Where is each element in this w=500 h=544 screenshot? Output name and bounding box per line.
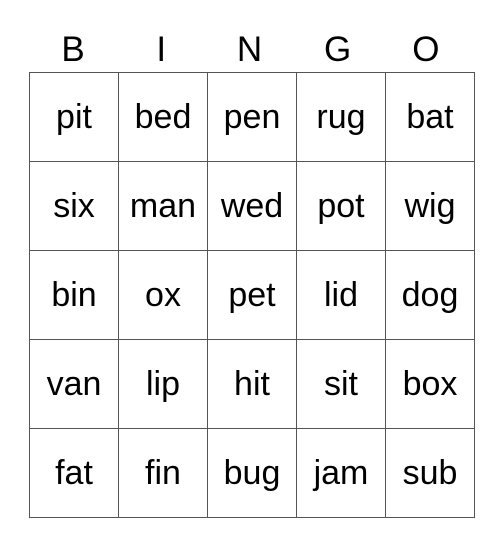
bingo-cell[interactable]: bin <box>29 250 119 340</box>
bingo-cell[interactable]: pen <box>207 72 297 162</box>
table-row: pit bed pen rug bat <box>29 72 475 162</box>
bingo-cell[interactable]: pet <box>207 250 297 340</box>
bingo-cell[interactable]: man <box>118 161 208 251</box>
bingo-cell[interactable]: sub <box>385 428 475 518</box>
bingo-cell[interactable]: lid <box>296 250 386 340</box>
header-letter-b: B <box>61 30 85 69</box>
bingo-cell[interactable]: sit <box>296 339 386 429</box>
table-row: bin ox pet lid dog <box>29 250 475 340</box>
bingo-cell[interactable]: jam <box>296 428 386 518</box>
bingo-cell[interactable]: bug <box>207 428 297 518</box>
bingo-cell[interactable]: bed <box>118 72 208 162</box>
bingo-cell[interactable]: bat <box>385 72 475 162</box>
table-row: van lip hit sit box <box>29 339 475 429</box>
bingo-cell[interactable]: rug <box>296 72 386 162</box>
table-row: fat fin bug jam sub <box>29 428 475 518</box>
bingo-header: B I N G O <box>29 28 471 72</box>
bingo-cell[interactable]: dog <box>385 250 475 340</box>
bingo-cell[interactable]: pit <box>29 72 119 162</box>
bingo-cell[interactable]: hit <box>207 339 297 429</box>
table-row: six man wed pot wig <box>29 161 475 251</box>
bingo-cell[interactable]: fin <box>118 428 208 518</box>
bingo-cell[interactable]: fat <box>29 428 119 518</box>
bingo-cell[interactable]: wed <box>207 161 297 251</box>
header-letter-n: N <box>236 30 263 69</box>
bingo-cell[interactable]: wig <box>385 161 475 251</box>
header-letter-g: G <box>324 30 352 69</box>
bingo-cell[interactable]: lip <box>118 339 208 429</box>
header-letter-i: I <box>156 30 167 69</box>
bingo-cell[interactable]: box <box>385 339 475 429</box>
bingo-cell[interactable]: ox <box>118 250 208 340</box>
bingo-cell[interactable]: six <box>29 161 119 251</box>
bingo-card-grid: pit bed pen rug bat six man wed pot wig … <box>29 72 475 518</box>
header-letter-o: O <box>412 30 440 69</box>
bingo-cell[interactable]: pot <box>296 161 386 251</box>
bingo-cell[interactable]: van <box>29 339 119 429</box>
